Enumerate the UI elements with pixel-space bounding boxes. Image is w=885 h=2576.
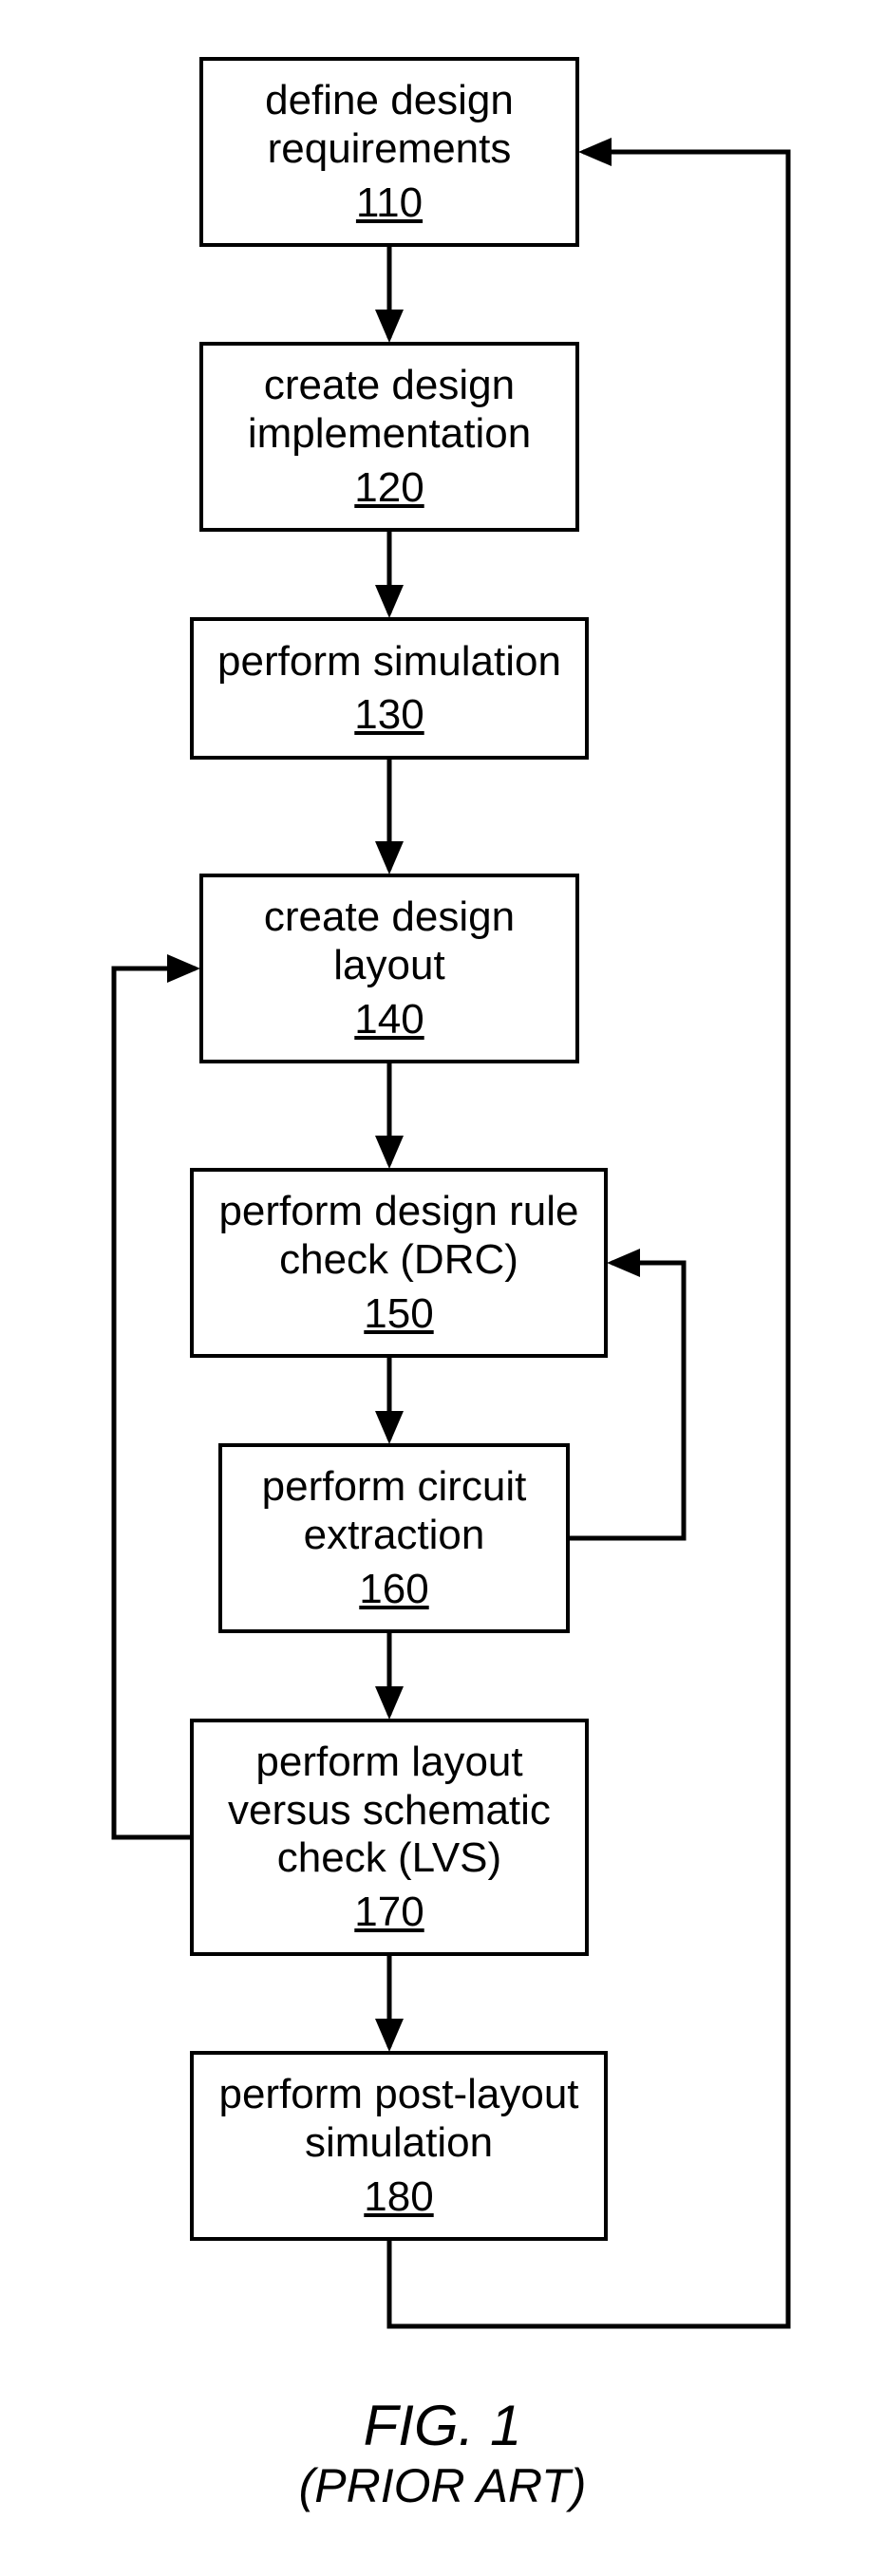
box-130-label: perform simulation — [217, 638, 561, 686]
box-120-label: create designimplementation — [248, 362, 531, 458]
box-120-num: 120 — [354, 464, 424, 512]
box-180-label: perform post-layoutsimulation — [218, 2071, 578, 2167]
box-170-num: 170 — [354, 1889, 424, 1936]
box-150: perform design rulecheck (DRC) 150 — [190, 1168, 608, 1358]
flowchart-canvas: define designrequirements 110 create des… — [0, 0, 885, 2576]
box-160: perform circuitextraction 160 — [218, 1443, 570, 1633]
box-170-label: perform layoutversus schematiccheck (LVS… — [228, 1739, 551, 1883]
figure-caption: FIG. 1 (PRIOR ART) — [0, 2393, 885, 2513]
box-140-num: 140 — [354, 996, 424, 1044]
box-130: perform simulation 130 — [190, 617, 589, 760]
box-140-label: create designlayout — [264, 893, 515, 989]
box-170: perform layoutversus schematiccheck (LVS… — [190, 1719, 589, 1956]
box-120: create designimplementation 120 — [199, 342, 579, 532]
box-130-num: 130 — [354, 691, 424, 739]
figure-subtitle: (PRIOR ART) — [0, 2458, 885, 2513]
box-160-num: 160 — [359, 1566, 428, 1613]
box-150-label: perform design rulecheck (DRC) — [218, 1188, 578, 1284]
box-140: create designlayout 140 — [199, 874, 579, 1063]
box-150-num: 150 — [364, 1290, 433, 1338]
box-110-label: define designrequirements — [265, 77, 514, 173]
box-110: define designrequirements 110 — [199, 57, 579, 247]
box-160-label: perform circuitextraction — [262, 1463, 527, 1559]
figure-number: FIG. 1 — [0, 2393, 885, 2458]
arrow-170-140-feedback — [114, 968, 196, 1837]
box-180: perform post-layoutsimulation 180 — [190, 2051, 608, 2241]
box-180-num: 180 — [364, 2173, 433, 2221]
box-110-num: 110 — [356, 179, 423, 227]
